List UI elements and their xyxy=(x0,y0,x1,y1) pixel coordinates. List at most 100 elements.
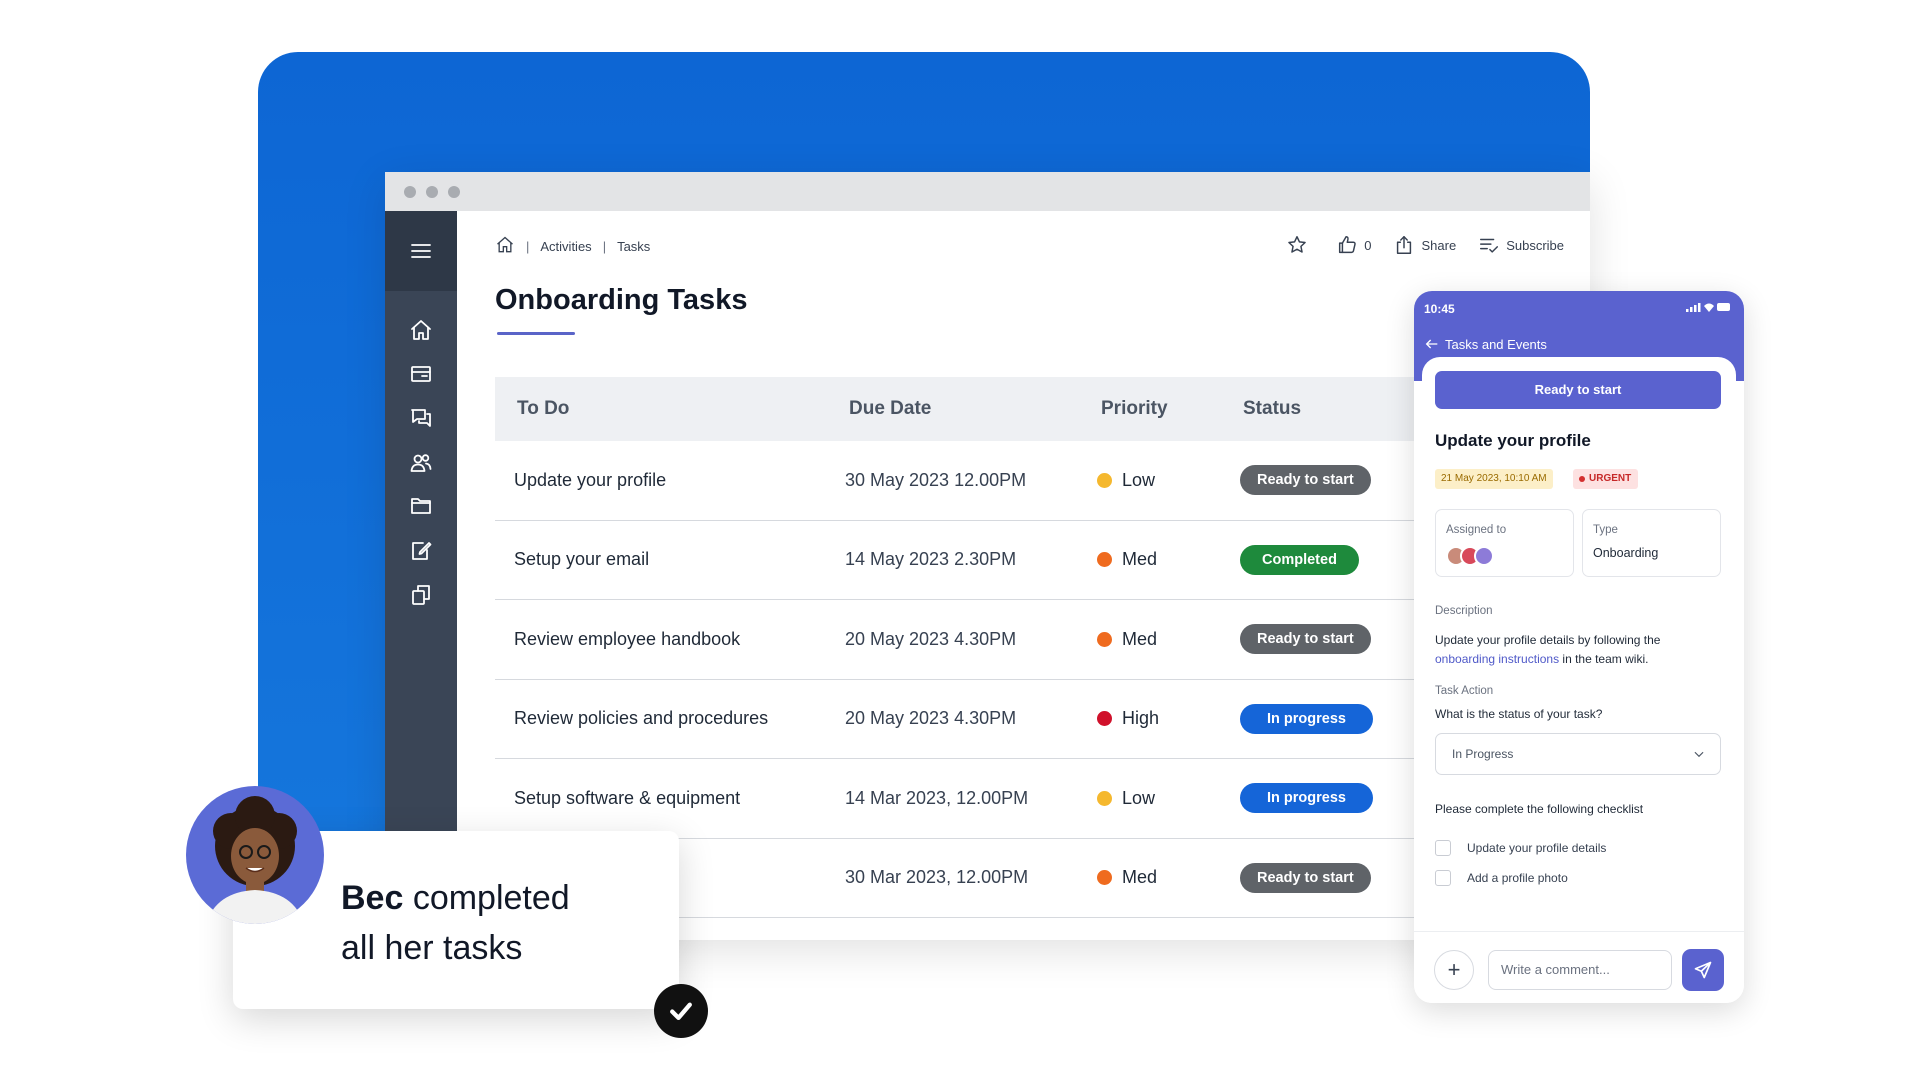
due-date: 20 May 2023 4.30PM xyxy=(845,708,1017,729)
date-badge: 21 May 2023, 10:10 AM xyxy=(1435,469,1553,489)
status-badge[interactable]: Ready to start xyxy=(1240,465,1371,496)
edit-icon[interactable] xyxy=(409,539,433,563)
window-dot xyxy=(426,186,438,198)
breadcrumb-activities[interactable]: Activities xyxy=(540,239,591,254)
status-select[interactable]: In Progress xyxy=(1435,733,1721,775)
status-icons xyxy=(1686,301,1732,313)
table-row[interactable]: Review policies and procedures 20 May 20… xyxy=(495,680,1425,759)
chat-icon[interactable] xyxy=(409,406,433,430)
checkbox[interactable] xyxy=(1435,840,1451,856)
breadcrumb-tasks[interactable]: Tasks xyxy=(617,239,650,254)
like-button[interactable]: 0 xyxy=(1336,234,1371,256)
priority: High xyxy=(1097,708,1159,729)
ready-to-start-button[interactable]: Ready to start xyxy=(1435,371,1721,409)
table-row[interactable]: Setup your email 14 May 2023 2.30PM Med … xyxy=(495,521,1425,600)
copy-icon[interactable] xyxy=(409,583,433,607)
priority: Med xyxy=(1097,629,1157,650)
notification-text: Bec completed all her tasks xyxy=(341,873,570,973)
notification-name: Bec xyxy=(341,879,404,917)
description-text: Update your profile details by following… xyxy=(1435,631,1721,669)
priority-label: Low xyxy=(1122,787,1156,808)
status-badge[interactable]: Completed xyxy=(1240,544,1359,575)
mobile-task-panel: 10:45 Tasks and Events Ready to start Up… xyxy=(1414,291,1744,1003)
folder-icon[interactable] xyxy=(409,494,433,518)
priority-med-dot xyxy=(1097,631,1112,647)
column-header-todo[interactable]: To Do xyxy=(517,398,569,420)
browser-window: | Activities | Tasks 0 Share Subscribe O xyxy=(385,172,1590,940)
stage: | Activities | Tasks 0 Share Subscribe O xyxy=(0,0,1920,1080)
priority-label: Med xyxy=(1122,628,1158,649)
page-title: Onboarding Tasks xyxy=(495,284,748,316)
back-label: Tasks and Events xyxy=(1445,336,1547,352)
checklist-item[interactable]: Add a profile photo xyxy=(1435,870,1568,886)
window-dot xyxy=(448,186,460,198)
type-label: Type xyxy=(1593,524,1618,536)
checklist-prompt: Please complete the following checklist xyxy=(1435,802,1644,816)
status-cell: In progress xyxy=(1240,783,1373,814)
table-row[interactable]: Review employee handbook 20 May 2023 4.3… xyxy=(495,600,1425,680)
avatar xyxy=(1474,546,1494,566)
share-button[interactable]: Share xyxy=(1393,234,1456,256)
priority-med-dot xyxy=(1097,552,1112,568)
window-dot xyxy=(404,186,416,198)
table-row[interactable]: Setup software & equipment 14 Mar 2023, … xyxy=(495,759,1425,839)
status-cell: Ready to start xyxy=(1240,624,1371,655)
checklist-item-label: Add a profile photo xyxy=(1467,871,1568,885)
status-badge[interactable]: In progress xyxy=(1240,703,1373,734)
status-badge[interactable]: Ready to start xyxy=(1240,862,1371,893)
status-cell: Ready to start xyxy=(1240,862,1371,893)
priority-low-dot xyxy=(1097,472,1112,488)
home-icon[interactable] xyxy=(409,318,433,342)
favorite-button[interactable] xyxy=(1286,234,1314,256)
breadcrumb-separator: | xyxy=(526,238,530,254)
task-name: Setup software & equipment xyxy=(514,787,741,808)
news-icon[interactable] xyxy=(409,362,433,386)
due-date: 14 Mar 2023, 12.00PM xyxy=(845,787,1029,808)
subscribe-label: Subscribe xyxy=(1506,237,1564,253)
add-attachment-button[interactable]: + xyxy=(1434,950,1474,990)
people-icon[interactable] xyxy=(409,451,433,475)
title-underline xyxy=(497,332,575,335)
assignee-avatars xyxy=(1446,546,1494,566)
description-post: in the team wiki. xyxy=(1559,652,1649,666)
checklist-item[interactable]: Update your profile details xyxy=(1435,840,1606,856)
signal-wifi-battery-icon xyxy=(1686,303,1730,312)
priority-label: Med xyxy=(1122,549,1158,570)
type-value: Onboarding xyxy=(1593,546,1659,560)
status-badge[interactable]: Ready to start xyxy=(1240,624,1371,655)
arrow-left-icon xyxy=(1425,339,1438,349)
onboarding-instructions-link[interactable]: onboarding instructions xyxy=(1435,652,1559,666)
back-link[interactable]: Tasks and Events xyxy=(1424,336,1547,352)
priority: Med xyxy=(1097,867,1157,888)
notification-line1: completed xyxy=(412,879,570,917)
task-action-question: What is the status of your task? xyxy=(1435,707,1603,721)
subscribe-button[interactable]: Subscribe xyxy=(1478,234,1564,256)
status-time: 10:45 xyxy=(1424,302,1455,316)
browser-title-bar xyxy=(385,172,1590,211)
comment-input[interactable]: Write a comment... xyxy=(1488,950,1672,990)
status-badge[interactable]: In progress xyxy=(1240,783,1373,814)
assigned-to-card[interactable]: Assigned to xyxy=(1435,509,1574,577)
priority: Low xyxy=(1097,470,1155,491)
like-count: 0 xyxy=(1364,237,1372,253)
priority-low-dot xyxy=(1097,790,1112,806)
priority-label: High xyxy=(1122,708,1160,729)
home-icon[interactable] xyxy=(495,235,515,258)
comment-bar: + Write a comment... xyxy=(1414,931,1744,1003)
star-icon xyxy=(1288,236,1307,253)
send-button[interactable] xyxy=(1682,949,1724,991)
column-header-priority[interactable]: Priority xyxy=(1101,398,1168,420)
sidebar-header xyxy=(385,211,457,291)
column-header-status[interactable]: Status xyxy=(1243,398,1301,420)
subscribe-icon xyxy=(1480,238,1499,253)
send-icon xyxy=(1694,961,1712,979)
description-label: Description xyxy=(1435,605,1493,617)
priority-high-dot xyxy=(1097,711,1112,727)
due-date: 30 May 2023 12.00PM xyxy=(845,469,1027,490)
menu-icon[interactable] xyxy=(409,239,433,263)
notification-line2: all her tasks xyxy=(341,929,523,967)
checkbox[interactable] xyxy=(1435,870,1451,886)
checkmark-icon xyxy=(670,1002,692,1021)
table-row[interactable]: Update your profile 30 May 2023 12.00PM … xyxy=(495,441,1425,521)
column-header-due-date[interactable]: Due Date xyxy=(849,398,931,420)
